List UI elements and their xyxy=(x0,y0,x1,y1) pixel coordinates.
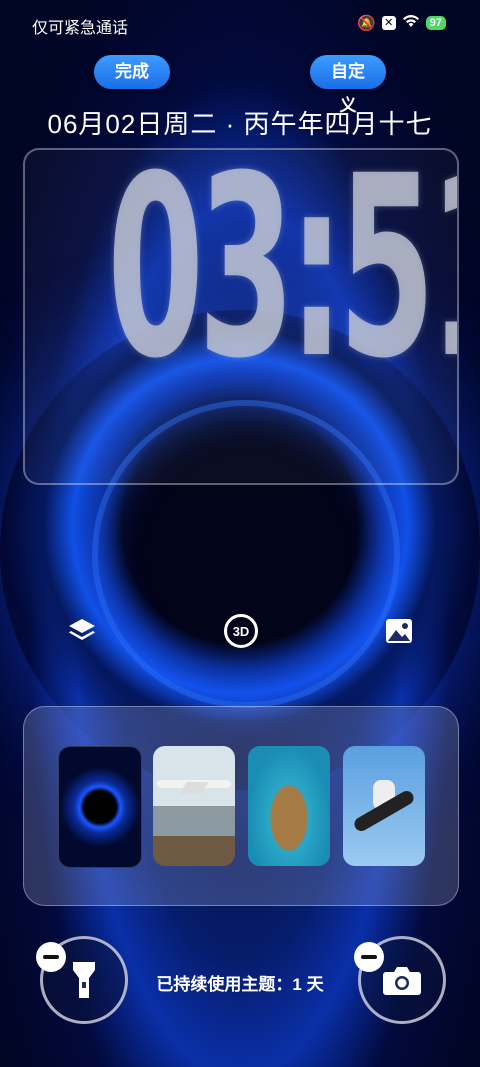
wallpaper-thumb-rings[interactable] xyxy=(58,746,142,868)
wallpaper-thumb-rock[interactable] xyxy=(248,746,330,866)
emergency-calls-only-label: 仅可紧急通话 xyxy=(32,20,129,37)
remove-camera-minus-icon[interactable] xyxy=(354,942,384,972)
remove-flashlight-minus-icon[interactable] xyxy=(36,942,66,972)
3d-icon[interactable]: 3D xyxy=(224,614,258,648)
customize-button[interactable]: 自定义 xyxy=(310,55,386,115)
wifi-icon xyxy=(402,14,420,32)
done-button[interactable]: 完成 xyxy=(94,55,170,89)
wallpaper-thumb-airplane[interactable] xyxy=(153,746,235,866)
x-icon: ✕ xyxy=(381,16,396,30)
wallpaper-thumb-snowboard[interactable] xyxy=(343,746,425,866)
status-bar: 仅可紧急通话 🔕 ✕ 97 xyxy=(0,0,480,48)
layers-icon[interactable] xyxy=(65,614,99,648)
date-line: 06月02日周二 · 丙午年四月十七 xyxy=(47,109,433,139)
clock-widget[interactable]: 03:51 xyxy=(23,148,459,485)
camera-icon xyxy=(383,967,421,995)
notifications-muted-icon: 🔕 xyxy=(357,15,376,32)
clock-time: 03:51 xyxy=(107,148,457,413)
gallery-icon[interactable] xyxy=(382,614,416,648)
airplane-wing-shape xyxy=(179,782,209,794)
battery-icon: 97 xyxy=(425,16,446,30)
